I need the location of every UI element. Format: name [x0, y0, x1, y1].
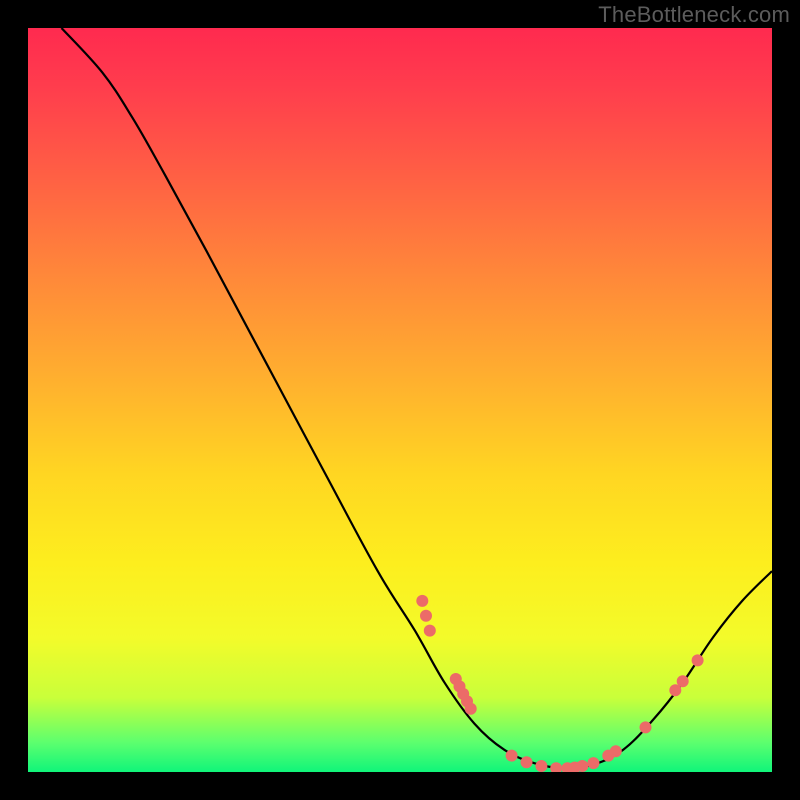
- curve-marker-dot: [692, 654, 704, 666]
- curve-marker-dot: [521, 756, 533, 768]
- curve-marker-dot: [550, 762, 562, 772]
- curve-marker-dot: [610, 745, 622, 757]
- curve-marker-dot: [506, 750, 518, 762]
- plot-area: [28, 28, 772, 772]
- watermark-text: TheBottleneck.com: [598, 2, 790, 28]
- curve-marker-dot: [465, 703, 477, 715]
- curve-marker-dot: [424, 625, 436, 637]
- curve-marker-dot: [416, 595, 428, 607]
- curve-marker-dot: [677, 675, 689, 687]
- curve-marker-dot: [535, 760, 547, 772]
- curve-marker-dot: [576, 760, 588, 772]
- curve-marker-dot: [587, 757, 599, 769]
- curve-marker-dot: [640, 721, 652, 733]
- bottleneck-curve: [62, 28, 773, 768]
- curve-markers: [416, 595, 703, 772]
- curve-marker-dot: [420, 610, 432, 622]
- chart-frame: TheBottleneck.com: [0, 0, 800, 800]
- curve-svg: [28, 28, 772, 772]
